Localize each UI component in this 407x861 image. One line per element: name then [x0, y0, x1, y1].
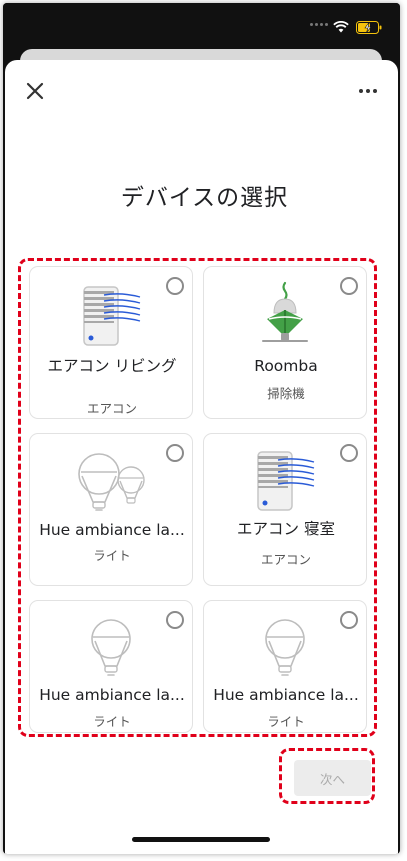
- device-name: Hue ambiance la...: [39, 521, 185, 539]
- device-name: エアコン リビング: [47, 357, 177, 375]
- page-title: デバイスの選択: [120, 185, 289, 211]
- device-name: Roomba: [254, 357, 318, 375]
- bulbs-icon: [30, 450, 192, 514]
- bulb-icon: [204, 617, 366, 677]
- home-indicator: [132, 837, 270, 842]
- device-card-aircon-living[interactable]: エアコン リビング エアコン: [29, 266, 193, 419]
- device-card-hue-3[interactable]: Hue ambiance la... ライト: [203, 600, 367, 733]
- robot-vacuum-icon: [204, 281, 366, 343]
- next-button[interactable]: 次へ: [294, 760, 371, 796]
- device-card-hue-1[interactable]: Hue ambiance la... ライト: [29, 433, 193, 586]
- device-card-roomba[interactable]: Roomba 掃除機: [203, 266, 367, 419]
- device-type: 掃除機: [267, 386, 305, 401]
- device-card-hue-2[interactable]: Hue ambiance la... ライト: [29, 600, 193, 733]
- device-type: ライト: [93, 714, 131, 729]
- close-icon[interactable]: [23, 79, 47, 103]
- phone-frame: デバイスの選択 エアコン リビング エアコン Roomba 掃除機 Hue am…: [3, 3, 400, 854]
- battery-charging-icon: [356, 21, 382, 34]
- device-type: ライト: [267, 714, 305, 729]
- device-card-aircon-bedroom[interactable]: エアコン 寝室 エアコン: [203, 433, 367, 586]
- wifi-icon: [333, 21, 349, 33]
- bulb-icon: [30, 617, 192, 677]
- device-type: エアコン: [86, 401, 137, 416]
- status-bar: [3, 3, 400, 47]
- device-name: Hue ambiance la...: [39, 686, 185, 704]
- air-conditioner-icon: [30, 285, 192, 349]
- device-name: エアコン 寝室: [237, 520, 335, 538]
- device-name: Hue ambiance la...: [213, 686, 359, 704]
- air-conditioner-icon: [204, 450, 366, 514]
- device-type: ライト: [93, 548, 131, 563]
- device-type: エアコン: [260, 552, 311, 567]
- cellular-signal-icon: [310, 23, 328, 26]
- more-horizontal-icon[interactable]: [356, 83, 380, 99]
